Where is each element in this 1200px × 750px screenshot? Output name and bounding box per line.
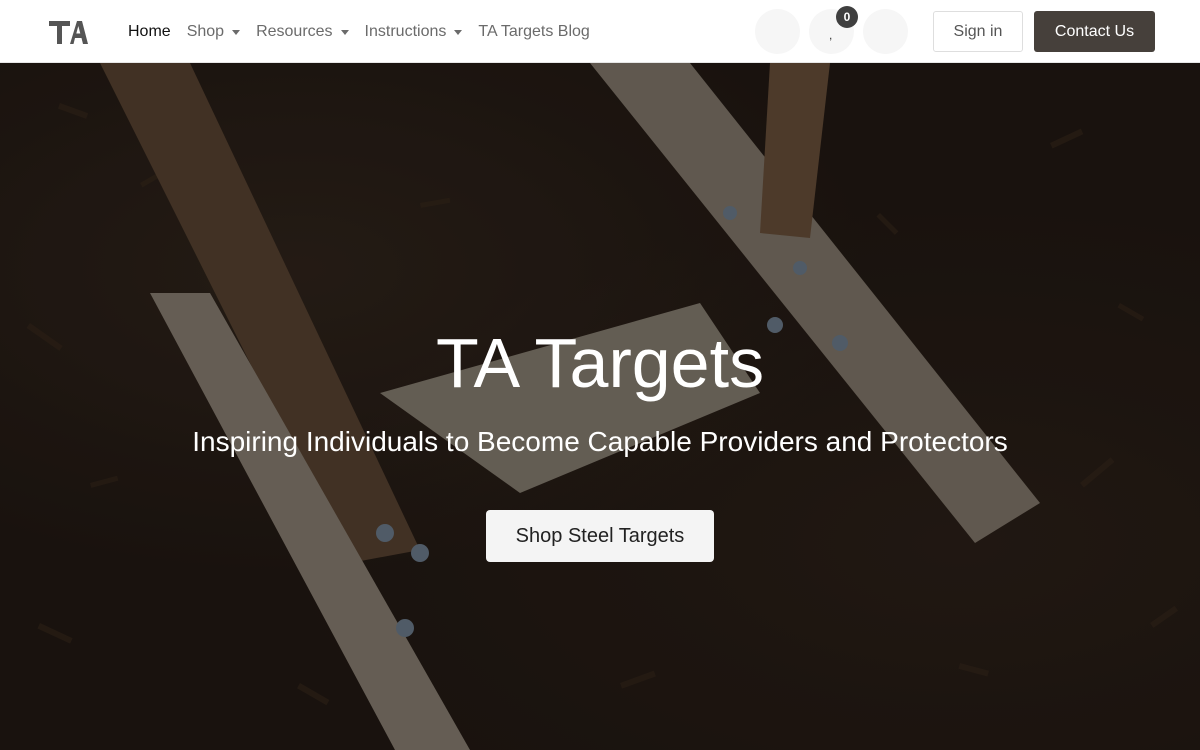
hero-title: TA Targets — [435, 324, 765, 402]
nav-item-home[interactable]: Home — [128, 23, 171, 41]
sign-in-button[interactable]: Sign in — [933, 11, 1023, 52]
nav-item-blog[interactable]: TA Targets Blog — [478, 23, 589, 41]
account-button[interactable] — [863, 9, 908, 54]
cart-count-badge: 0 — [836, 6, 858, 28]
ta-logo[interactable] — [48, 17, 88, 45]
nav-item-instructions[interactable]: Instructions — [365, 23, 463, 41]
chevron-down-icon — [232, 29, 241, 35]
hero-subtitle: Inspiring Individuals to Become Capable … — [192, 426, 1008, 457]
nav-item-label: Instructions — [364, 22, 447, 40]
site-header: Home Shop Resources Instructions TA Targ… — [0, 0, 1200, 63]
cart-separator: , — [829, 28, 833, 42]
chevron-down-icon — [340, 29, 349, 35]
contact-us-button[interactable]: Contact Us — [1034, 11, 1155, 52]
hero-overlay — [0, 63, 1200, 750]
nav-item-label: Home — [128, 22, 171, 40]
nav-item-resources[interactable]: Resources — [256, 22, 349, 41]
nav-item-label: Resources — [256, 22, 333, 40]
chevron-down-icon — [454, 29, 463, 35]
search-button[interactable] — [755, 9, 800, 54]
nav-item-label: Shop — [186, 22, 225, 40]
hero-section: TA Targets Inspiring Individuals to Beco… — [0, 63, 1200, 750]
main-nav: Home Shop Resources Instructions TA Targ… — [128, 0, 606, 63]
nav-item-label: TA Targets Blog — [478, 22, 590, 40]
shop-steel-targets-button[interactable]: Shop Steel Targets — [486, 510, 714, 562]
nav-item-shop[interactable]: Shop — [186, 22, 241, 41]
